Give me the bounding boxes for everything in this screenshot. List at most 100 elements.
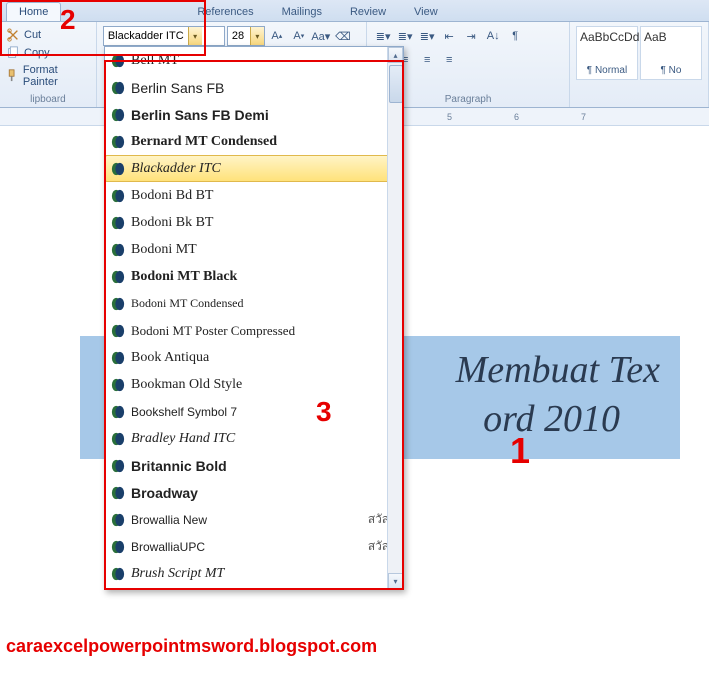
font-option-label: Bookman Old Style (131, 377, 242, 393)
opentype-icon (111, 405, 125, 419)
opentype-icon (111, 162, 125, 176)
font-option[interactable]: Bodoni Bd BT (105, 182, 403, 209)
font-option[interactable]: Bodoni MT Poster Compressed (105, 317, 403, 344)
font-option[interactable]: Bradley Hand ITC (105, 425, 403, 452)
cut-label: Cut (24, 29, 41, 41)
style-nospacing[interactable]: AaB ¶ No (640, 26, 702, 80)
opentype-icon (111, 351, 125, 365)
ruler-mark: 7 (581, 112, 586, 122)
shrink-font-button[interactable]: A▾ (289, 26, 309, 46)
font-option[interactable]: Brush Script MT (105, 560, 403, 587)
scroll-down-button[interactable]: ▾ (388, 573, 403, 589)
font-option[interactable]: Britannic Bold (105, 452, 403, 479)
style-normal[interactable]: AaBbCcDd ¶ Normal (576, 26, 638, 80)
font-option[interactable]: Berlin Sans FB Demi (105, 101, 403, 128)
opentype-icon (111, 81, 125, 95)
increase-indent-button[interactable]: ⇥ (461, 26, 481, 46)
font-option-label: Bodoni MT Condensed (131, 296, 243, 311)
scroll-thumb[interactable] (389, 65, 403, 103)
pilcrow-icon: ¶ (512, 30, 518, 42)
multilevel-icon: ≣ (420, 30, 429, 43)
font-option-label: Berlin Sans FB Demi (131, 107, 269, 123)
numbering-icon: ≣ (398, 30, 407, 43)
ruler-mark: 6 (514, 112, 519, 122)
opentype-icon (111, 513, 125, 527)
opentype-icon (111, 459, 125, 473)
font-option[interactable]: Bernard MT Condensed (105, 128, 403, 155)
font-option[interactable]: Browallia Newสวัสดี (105, 506, 403, 533)
font-option-label: Bodoni Bk BT (131, 215, 213, 231)
style-preview: AaB (644, 30, 698, 44)
ribbon-tabs: Home References Mailings Review View (0, 0, 709, 22)
copy-icon (6, 46, 20, 60)
size-dropdown-button[interactable]: ▾ (250, 27, 264, 45)
font-size-selector[interactable]: 28 ▾ (227, 26, 265, 46)
font-option-label: Bodoni MT Poster Compressed (131, 323, 295, 339)
font-option-label: Britannic Bold (131, 458, 227, 474)
style-name: ¶ No (644, 65, 698, 76)
tab-view[interactable]: View (402, 3, 450, 21)
font-option-label: Book Antiqua (131, 350, 209, 366)
font-option-label: BrowalliaUPC (131, 540, 205, 554)
opentype-icon (111, 216, 125, 230)
font-option[interactable]: Bodoni MT Black (105, 263, 403, 290)
bullets-button[interactable]: ≣▾ (373, 26, 393, 46)
opentype-icon (111, 135, 125, 149)
font-option[interactable]: Bodoni MT (105, 236, 403, 263)
opentype-icon (111, 297, 125, 311)
ruler-mark: 5 (447, 112, 452, 122)
font-option-label: Brush Script MT (131, 566, 224, 582)
justify-button[interactable]: ≡ (439, 50, 459, 70)
font-option[interactable]: Bodoni Bk BT (105, 209, 403, 236)
tab-references[interactable]: References (185, 3, 265, 21)
font-option[interactable]: Bodoni MT Condensed (105, 290, 403, 317)
font-option[interactable]: Bell MT (105, 47, 403, 74)
grow-font-button[interactable]: A▴ (267, 26, 287, 46)
font-dropdown-button[interactable]: ▾ (188, 27, 202, 45)
decrease-indent-button[interactable]: ⇤ (439, 26, 459, 46)
font-option[interactable]: Bookman Old Style (105, 371, 403, 398)
font-name-value: Blackadder ITC (104, 30, 188, 42)
font-list-scroll[interactable]: Bell MT Berlin Sans FB Berlin Sans FB Demi… (105, 47, 403, 589)
font-option[interactable]: Calibri (105, 587, 403, 589)
group-clipboard: Cut Copy Format Painter lipboard (0, 22, 97, 107)
tab-mailings[interactable]: Mailings (270, 3, 334, 21)
cut-button[interactable]: Cut (6, 26, 90, 44)
tab-review[interactable]: Review (338, 3, 398, 21)
outdent-icon: ⇤ (445, 30, 454, 43)
numbering-button[interactable]: ≣▾ (395, 26, 415, 46)
opentype-icon (111, 270, 125, 284)
font-option-label: Bodoni MT Black (131, 269, 237, 285)
opentype-icon (111, 243, 125, 257)
font-option-label: Berlin Sans FB (131, 80, 224, 96)
show-marks-button[interactable]: ¶ (505, 26, 525, 46)
font-name-selector[interactable]: Blackadder ITC ▾ (103, 26, 225, 46)
copy-button[interactable]: Copy (6, 44, 90, 62)
scroll-up-button[interactable]: ▴ (388, 47, 403, 63)
font-option[interactable]: Berlin Sans FB (105, 74, 403, 101)
font-option[interactable]: Blackadder ITC (105, 155, 403, 182)
font-option[interactable]: Broadway (105, 479, 403, 506)
font-option[interactable]: Book Antiqua (105, 344, 403, 371)
scissors-icon (6, 28, 20, 42)
dropdown-scrollbar: ▴ ▾ (387, 47, 403, 589)
align-right-button[interactable]: ≡ (417, 50, 437, 70)
font-option[interactable]: BrowalliaUPCสวัสดี (105, 533, 403, 560)
paintbrush-icon (6, 69, 19, 83)
change-case-button[interactable]: Aa▾ (311, 26, 331, 46)
font-size-value: 28 (228, 30, 250, 42)
multilevel-button[interactable]: ≣▾ (417, 26, 437, 46)
eraser-icon: ⌫ (335, 30, 351, 43)
tab-home[interactable]: Home (6, 2, 61, 21)
font-option-label: Bodoni Bd BT (131, 188, 213, 204)
bullets-icon: ≣ (376, 30, 385, 43)
clear-formatting-button[interactable]: ⌫ (333, 26, 353, 46)
format-painter-button[interactable]: Format Painter (6, 62, 90, 90)
font-option-label: Browallia New (131, 513, 207, 527)
font-option[interactable]: Bookshelf Symbol 7 (105, 398, 403, 425)
sort-button[interactable]: A↓ (483, 26, 503, 46)
style-preview: AaBbCcDd (580, 30, 634, 44)
opentype-icon (111, 108, 125, 122)
font-option-label: Bookshelf Symbol 7 (131, 405, 237, 419)
opentype-icon (111, 324, 125, 338)
